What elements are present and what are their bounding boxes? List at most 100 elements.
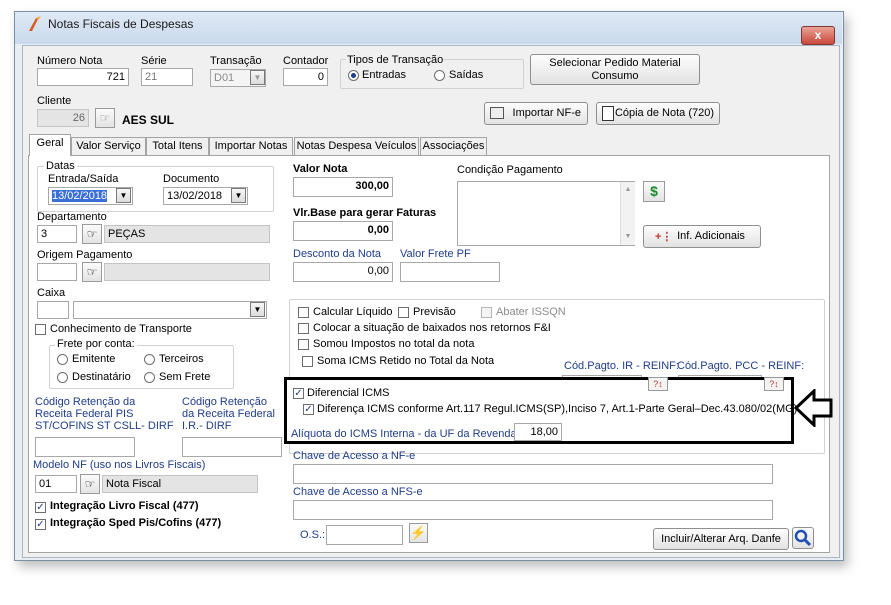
diferenca-icms-checkbox[interactable]: ✓ bbox=[303, 404, 314, 415]
aliquota-field[interactable]: 18,00 bbox=[514, 423, 562, 441]
modelo-nome-field: Nota Fiscal bbox=[102, 475, 258, 493]
frete-pf-label: Valor Frete PF bbox=[400, 248, 471, 260]
numero-nota-label: Número Nota bbox=[37, 55, 103, 67]
danfe-button[interactable]: Incluir/Alterar Arq. Danfe bbox=[653, 528, 789, 550]
chave-nfse-field[interactable] bbox=[293, 500, 773, 520]
conhecimento-checkbox[interactable] bbox=[35, 324, 46, 335]
entradas-radio[interactable] bbox=[348, 70, 359, 81]
chevron-down-icon[interactable]: ▼ bbox=[250, 302, 265, 317]
hand-pointer-icon[interactable]: ☞ bbox=[95, 108, 115, 128]
condicao-pagamento-field[interactable] bbox=[457, 181, 635, 246]
contador-field[interactable]: 0 bbox=[283, 68, 328, 86]
hand-pointer-icon[interactable]: ☞ bbox=[82, 224, 102, 244]
chevron-down-icon[interactable]: ▼ bbox=[250, 70, 265, 85]
search-list-icon[interactable]: ?↕ bbox=[648, 377, 668, 391]
app-icon bbox=[29, 16, 41, 31]
document-icon bbox=[602, 106, 614, 121]
origem-nome-field bbox=[104, 263, 270, 281]
serie-field[interactable]: 21 bbox=[141, 68, 193, 86]
dollar-icon[interactable]: $ bbox=[643, 181, 665, 202]
os-label: O.S.: bbox=[300, 529, 326, 541]
integracao-sped-label: Integração Sped Pis/Cofins (477) bbox=[50, 517, 222, 529]
soma-icms-checkbox[interactable] bbox=[302, 356, 313, 367]
colocar-situacao-checkbox[interactable] bbox=[298, 323, 309, 334]
copia-nota-button[interactable]: Cópia de Nota (720) bbox=[596, 102, 720, 125]
os-field[interactable] bbox=[326, 525, 403, 545]
numero-nota-field[interactable]: 721 bbox=[37, 68, 129, 86]
ir-label: Código Retenção da Receita Federal I.R.-… bbox=[182, 396, 275, 432]
arrow-icon bbox=[794, 389, 833, 427]
add-info-icon: +⋮ bbox=[655, 231, 673, 243]
tab-geral[interactable]: Geral bbox=[29, 134, 71, 156]
caixa-codigo-field[interactable] bbox=[37, 301, 69, 319]
tab-importar-notas[interactable]: Importar Notas bbox=[209, 137, 293, 155]
valor-nota-label: Valor Nota bbox=[293, 163, 348, 175]
departamento-label: Departamento bbox=[37, 211, 107, 223]
search-list-icon[interactable]: ?↕ bbox=[764, 377, 784, 391]
emitente-radio[interactable] bbox=[57, 354, 68, 365]
soma-icms-label: Soma ICMS Retido no Total da Nota bbox=[317, 355, 495, 367]
frete-pf-field[interactable] bbox=[400, 262, 500, 282]
colocar-situacao-label: Colocar a situação de baixados nos retor… bbox=[313, 322, 551, 334]
selecionar-pedido-button[interactable]: Selecionar Pedido Material Consumo bbox=[530, 54, 700, 85]
pis-cofins-field[interactable] bbox=[35, 437, 135, 457]
entrada-label: Entrada/Saída bbox=[48, 173, 119, 185]
import-icon bbox=[490, 107, 504, 119]
cliente-nome: AES SUL bbox=[122, 113, 175, 127]
origem-codigo-field[interactable] bbox=[37, 263, 77, 281]
entradas-label: Entradas bbox=[362, 69, 407, 81]
saidas-radio[interactable] bbox=[434, 70, 445, 81]
serie-label: Série bbox=[141, 55, 167, 67]
window-title: Notas Fiscais de Despesas bbox=[48, 17, 194, 31]
destinatario-radio[interactable] bbox=[57, 372, 68, 383]
terceiros-radio[interactable] bbox=[144, 354, 155, 365]
tab-notas-despesa-veiculos[interactable]: Notas Despesa Veículos bbox=[294, 137, 419, 155]
base-faturas-label: Vlr.Base para gerar Faturas bbox=[293, 207, 437, 219]
search-button[interactable] bbox=[792, 527, 814, 549]
somou-impostos-checkbox[interactable] bbox=[298, 339, 309, 350]
diferencial-icms-checkbox[interactable]: ✓ bbox=[293, 388, 304, 399]
abater-issqn-checkbox[interactable] bbox=[481, 307, 492, 318]
tab-associacoes[interactable]: Associações bbox=[420, 137, 487, 155]
condicao-scrollbar[interactable]: ▲ ▼ bbox=[620, 182, 635, 245]
hand-pointer-icon[interactable]: ☞ bbox=[82, 262, 102, 282]
origem-label: Origem Pagamento bbox=[37, 249, 133, 261]
modelo-label: Modelo NF (uso nos Livros Fiscais) bbox=[33, 459, 206, 471]
cod-pcc-label: Cód.Pagto. PCC - REINF: bbox=[677, 360, 805, 372]
abater-issqn-label: Abater ISSQN bbox=[496, 306, 566, 318]
cliente-codigo-field[interactable]: 26 bbox=[37, 109, 89, 127]
caixa-select[interactable] bbox=[73, 301, 267, 319]
departamento-codigo-field[interactable]: 3 bbox=[37, 225, 77, 243]
close-icon[interactable]: x bbox=[801, 26, 835, 45]
chevron-down-icon[interactable]: ▼ bbox=[231, 188, 246, 203]
contador-label: Contador bbox=[283, 55, 329, 67]
conhecimento-label: Conhecimento de Transporte bbox=[50, 323, 192, 335]
integracao-sped-checkbox[interactable]: ✓ bbox=[35, 519, 46, 530]
modelo-codigo-field[interactable]: 01 bbox=[35, 475, 77, 493]
valor-nota-field[interactable]: 300,00 bbox=[293, 177, 393, 197]
diferenca-icms-label: Diferença ICMS conforme Art.117 Regul.IC… bbox=[317, 403, 798, 415]
chave-nfe-field[interactable] bbox=[293, 464, 773, 484]
diferencial-icms-label: Diferencial ICMS bbox=[307, 387, 390, 399]
tab-valor-servico[interactable]: Valor Serviço bbox=[71, 137, 146, 155]
departamento-nome-field: PEÇAS bbox=[104, 225, 270, 243]
calcular-liquido-checkbox[interactable] bbox=[298, 307, 309, 318]
lightning-icon[interactable]: ⚡ bbox=[409, 523, 428, 543]
pis-cofins-label: Código Retenção da Receita Federal PIS S… bbox=[35, 396, 174, 432]
integracao-livro-checkbox[interactable]: ✓ bbox=[35, 502, 46, 513]
desconto-field[interactable]: 0,00 bbox=[293, 262, 393, 282]
tab-total-itens[interactable]: Total Itens bbox=[146, 137, 209, 155]
search-icon bbox=[794, 529, 812, 547]
chevron-down-icon[interactable]: ▼ bbox=[116, 188, 131, 203]
previsao-checkbox[interactable] bbox=[398, 307, 409, 318]
base-faturas-field[interactable]: 0,00 bbox=[293, 221, 393, 241]
integracao-livro-label: Integração Livro Fiscal (477) bbox=[50, 500, 199, 512]
hand-pointer-icon[interactable]: ☞ bbox=[80, 474, 100, 494]
ir-field[interactable] bbox=[182, 437, 282, 457]
sem-frete-radio[interactable] bbox=[144, 372, 155, 383]
chave-nfe-label: Chave de Acesso a NF-e bbox=[293, 450, 416, 462]
emitente-label: Emitente bbox=[72, 353, 116, 365]
chave-nfse-label: Chave de Acesso a NFS-e bbox=[293, 486, 423, 498]
aliquota-label: Alíquota do ICMS Interna - da UF da Reve… bbox=[291, 428, 517, 440]
transacao-label: Transação bbox=[210, 55, 262, 67]
